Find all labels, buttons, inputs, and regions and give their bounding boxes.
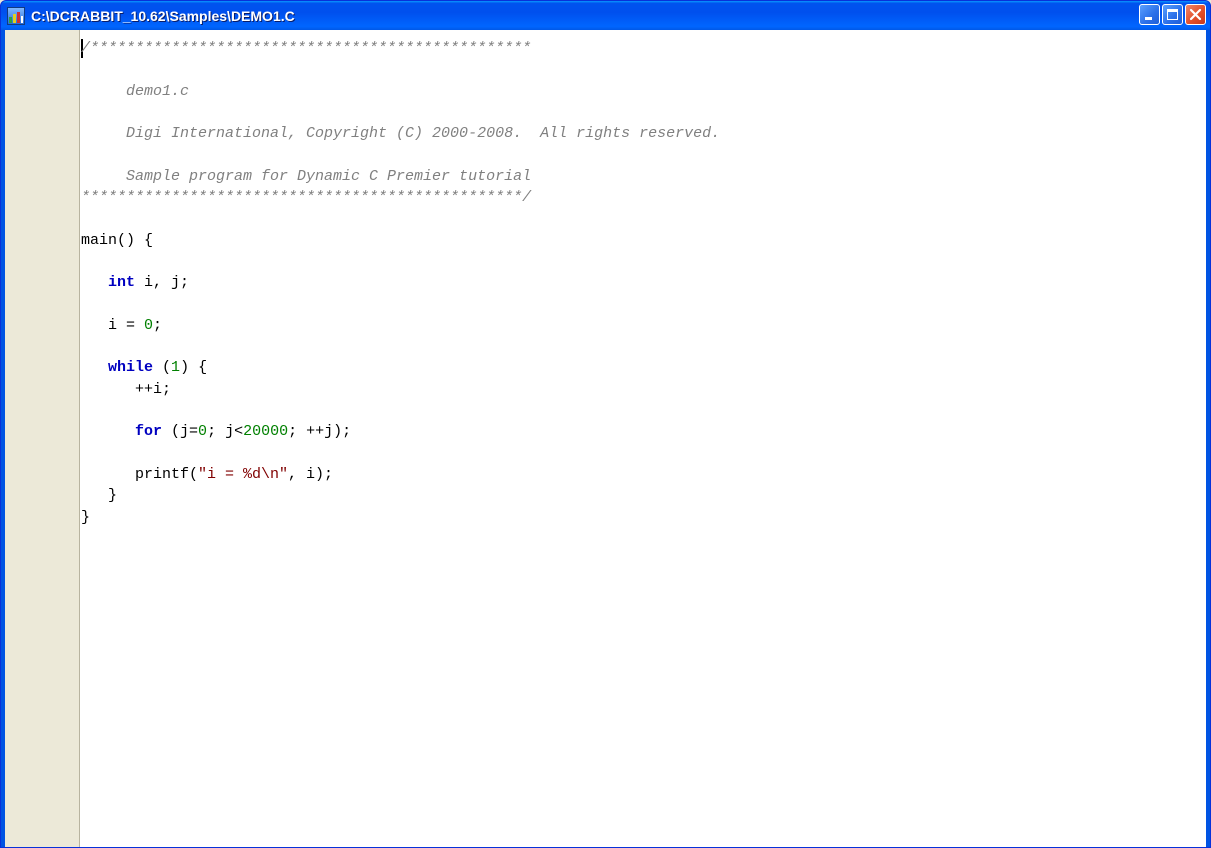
code-line[interactable] xyxy=(81,294,1206,315)
code-line[interactable]: main() { xyxy=(81,230,1206,251)
code-token-comment: Sample program for Dynamic C Premier tut… xyxy=(81,167,532,185)
code-token-plain: , i); xyxy=(288,465,334,483)
title-bar[interactable]: C:\DCRABBIT_10.62\Samples\DEMO1.C xyxy=(1,1,1210,30)
code-line[interactable]: ****************************************… xyxy=(81,187,1206,208)
code-token-keyword: for xyxy=(135,423,163,441)
code-line[interactable] xyxy=(81,400,1206,421)
code-line[interactable] xyxy=(81,443,1206,464)
code-token-plain: } xyxy=(81,508,91,526)
code-line[interactable]: while (1) { xyxy=(81,357,1206,378)
code-token-number: 0 xyxy=(144,316,154,334)
code-token-keyword: int xyxy=(108,274,136,292)
code-line[interactable]: Digi International, Copyright (C) 2000-2… xyxy=(81,123,1206,144)
code-token-plain: ; ++j); xyxy=(288,423,352,441)
code-line[interactable] xyxy=(81,336,1206,357)
maximize-button[interactable] xyxy=(1162,4,1183,25)
code-token-number: 1 xyxy=(171,359,181,377)
editor-client-area[interactable]: /***************************************… xyxy=(5,30,1206,847)
close-icon xyxy=(1189,8,1202,21)
window-title: C:\DCRABBIT_10.62\Samples\DEMO1.C xyxy=(31,7,295,24)
code-token-plain: ; j< xyxy=(207,423,244,441)
close-button[interactable] xyxy=(1185,4,1206,25)
code-token-plain: ++i; xyxy=(81,380,172,398)
code-token-comment: demo1.c xyxy=(81,82,190,100)
code-line[interactable]: } xyxy=(81,507,1206,528)
code-token-comment: Digi International, Copyright (C) 2000-2… xyxy=(81,125,721,143)
code-token-plain: ( xyxy=(153,359,172,377)
code-line[interactable] xyxy=(81,144,1206,165)
code-line[interactable] xyxy=(81,251,1206,272)
code-token-plain: printf( xyxy=(81,465,199,483)
code-token-comment: /***************************************… xyxy=(81,40,532,57)
code-line[interactable] xyxy=(81,59,1206,80)
editor-window: C:\DCRABBIT_10.62\Samples\DEMO1.C /*****… xyxy=(0,0,1211,848)
code-token-plain: i, j; xyxy=(135,274,190,292)
code-token-number: 0 xyxy=(198,423,208,441)
minimize-button[interactable] xyxy=(1139,4,1160,25)
code-line[interactable]: demo1.c xyxy=(81,81,1206,102)
window-controls xyxy=(1139,4,1206,25)
code-line[interactable]: ++i; xyxy=(81,379,1206,400)
dynamic-c-app-icon[interactable] xyxy=(7,6,25,25)
code-token-comment: ****************************************… xyxy=(81,189,532,207)
code-token-keyword: while xyxy=(108,359,154,377)
code-line[interactable]: /***************************************… xyxy=(81,38,1206,59)
code-token-plain: i = xyxy=(81,316,145,334)
code-token-plain: main() { xyxy=(81,231,154,249)
code-line[interactable]: int i, j; xyxy=(81,272,1206,293)
code-token-plain: (j= xyxy=(162,423,199,441)
code-token-plain: ) { xyxy=(180,359,208,377)
code-token-plain: } xyxy=(81,487,118,505)
code-line[interactable]: Sample program for Dynamic C Premier tut… xyxy=(81,166,1206,187)
code-line[interactable] xyxy=(81,208,1206,229)
code-token-plain: ; xyxy=(153,316,163,334)
editor-gutter[interactable] xyxy=(5,30,80,847)
code-line[interactable]: i = 0; xyxy=(81,315,1206,336)
code-line[interactable]: } xyxy=(81,485,1206,506)
code-editor[interactable]: /***************************************… xyxy=(81,38,1206,528)
code-line[interactable]: for (j=0; j<20000; ++j); xyxy=(81,421,1206,442)
maximize-icon xyxy=(1167,9,1178,20)
minimize-icon xyxy=(1145,17,1152,20)
code-line[interactable]: printf("i = %d\n", i); xyxy=(81,464,1206,485)
code-token-number: 20000 xyxy=(243,423,289,441)
code-line[interactable] xyxy=(81,102,1206,123)
code-token-string: "i = %d\n" xyxy=(198,465,289,483)
